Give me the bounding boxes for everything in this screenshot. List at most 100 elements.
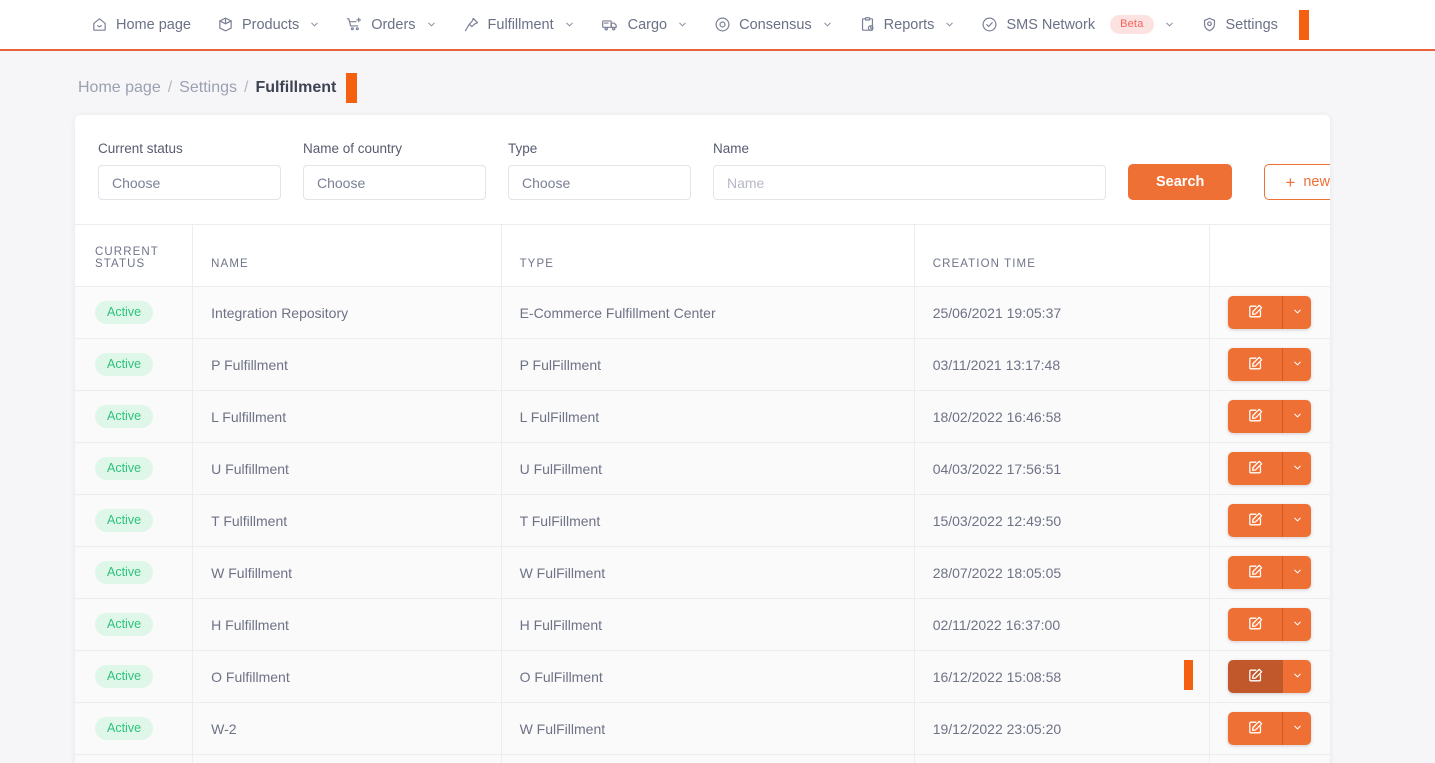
row-actions-dropdown-button[interactable] [1282,608,1312,641]
cell-creation-time: 25/06/2021 19:05:37 [914,286,1211,339]
edit-row-button[interactable] [1228,660,1283,693]
table-header-row: CURRENT STATUS NAME TYPE CREATION TIME [75,224,1330,287]
row-action-group [1228,452,1312,485]
breadcrumb-separator: / [167,79,173,96]
cell-name: L Fulfillment [192,390,502,443]
table-row[interactable]: Active U Fulfillment U FulFillment 04/03/20… [75,442,1330,495]
cell-type: W FulFillment [501,546,915,599]
nav-item-fulfillment[interactable]: Fulfillment [450,0,588,49]
edit-row-button[interactable] [1228,400,1283,433]
nav-item-orders[interactable]: Orders [333,0,449,49]
nav-label: Fulfillment [487,16,554,33]
cell-current-status: Active [75,286,194,339]
nav-item-home-page[interactable]: Home page [78,0,204,49]
clipboard-clock-icon [859,16,876,33]
table-row[interactable]: Active P Fulfillment P FulFillment 03/11/20… [75,338,1330,391]
table-row[interactable]: Active L Fulfillment L FulFillment 18/02/20… [75,390,1330,443]
column-header-current-status: CURRENT STATUS [75,224,194,287]
chevron-down-icon [1292,721,1303,736]
table-row[interactable]: Active Integration Repository E-Commerce F… [75,286,1330,339]
row-action-group [1228,296,1312,329]
chevron-down-icon [1292,513,1303,528]
edit-row-button[interactable] [1228,452,1283,485]
name-of-country-input[interactable] [303,165,486,200]
nav-label: Consensus [739,16,812,33]
cell-current-status: Active [75,650,194,703]
filter-current-status: Current status [98,141,281,200]
table-row[interactable]: Active [75,754,1330,763]
filter-label-name: Name [713,141,750,156]
nav-cursor-marker [1298,9,1309,40]
new-button[interactable]: + new [1264,164,1330,200]
cell-creation-time [914,754,1211,763]
nav-item-consensus[interactable]: Consensus [701,0,846,49]
edit-row-button[interactable] [1228,348,1283,381]
plus-icon: + [1285,172,1296,192]
edit-row-button[interactable] [1228,296,1283,329]
filter-label-name-of-country: Name of country [303,141,403,156]
table-row[interactable]: Active H Fulfillment H FulFillment 02/11/20… [75,598,1330,651]
cell-type: W FulFillment [501,702,915,755]
breadcrumb-home-page[interactable]: Home page [78,79,161,97]
column-header-name: NAME [192,224,502,287]
cell-type [501,754,915,763]
cell-current-status: Active [75,442,194,495]
current-status-input[interactable] [98,165,281,200]
nav-item-cargo[interactable]: Cargo [588,0,702,49]
row-actions-dropdown-button[interactable] [1282,348,1312,381]
cell-name: H Fulfillment [192,598,502,651]
cell-name: O Fulfillment [192,650,502,703]
column-header-creation-time: CREATION TIME [914,224,1211,287]
cell-current-status: Active [75,338,194,391]
cell-name [192,754,502,763]
nav-item-settings[interactable]: Settings [1188,0,1291,49]
cell-actions [1209,338,1330,391]
row-actions-dropdown-button[interactable] [1282,556,1312,589]
nav-label: Orders [371,16,416,33]
cell-creation-time: 16/12/2022 15:08:58 [914,650,1211,703]
table-row[interactable]: Active W Fulfillment W FulFillment 28/07/20… [75,546,1330,599]
filter-name-of-country: Name of country [303,141,486,200]
nav-item-sms-network[interactable]: SMS Network Beta [968,0,1187,49]
edit-icon [1247,303,1264,323]
status-badge: Active [95,612,154,637]
row-actions-dropdown-button[interactable] [1282,504,1312,537]
row-actions-dropdown-button[interactable] [1282,400,1312,433]
fulfillment-card: Current status Name of country Type Name… [75,115,1330,763]
cell-current-status: Active [75,754,194,763]
fulfillment-table-wrapper: CURRENT STATUS NAME TYPE CREATION TIME A… [75,224,1330,763]
nav-item-reports[interactable]: Reports [846,0,969,49]
cell-type: H FulFillment [501,598,915,651]
chevron-down-icon [309,19,320,30]
edit-row-button[interactable] [1228,504,1283,537]
row-actions-dropdown-button[interactable] [1282,712,1312,745]
cart-plus-icon [346,16,363,33]
truck-icon [601,16,620,33]
cell-actions [1209,598,1330,651]
row-actions-dropdown-button[interactable] [1282,296,1312,329]
breadcrumb-settings[interactable]: Settings [179,79,237,97]
table-row[interactable]: Active T Fulfillment T FulFillment 15/03/20… [75,494,1330,547]
edit-row-button[interactable] [1228,608,1283,641]
cell-current-status: Active [75,598,194,651]
table-row[interactable]: Active W-2 W FulFillment 19/12/2022 23:05:2… [75,702,1330,755]
table-row[interactable]: Active O Fulfillment O FulFillment 16/12/20… [75,650,1330,703]
edit-row-button[interactable] [1228,556,1283,589]
cell-actions [1209,286,1330,339]
cell-actions [1184,650,1330,703]
cell-name: P Fulfillment [192,338,502,391]
row-actions-dropdown-button[interactable] [1282,452,1312,485]
nav-item-products[interactable]: Products [204,0,333,49]
name-input[interactable] [713,165,1106,200]
pin-icon [463,16,480,33]
status-badge: Active [95,300,154,325]
edit-row-button[interactable] [1228,712,1283,745]
type-input[interactable] [508,165,691,200]
search-button[interactable]: Search [1128,164,1233,200]
row-actions-dropdown-button[interactable] [1282,660,1312,693]
cell-actions [1209,442,1330,495]
filter-label-type: Type [508,141,538,156]
row-cursor-marker [1184,660,1194,690]
row-action-group [1228,348,1312,381]
edit-icon [1247,407,1264,427]
